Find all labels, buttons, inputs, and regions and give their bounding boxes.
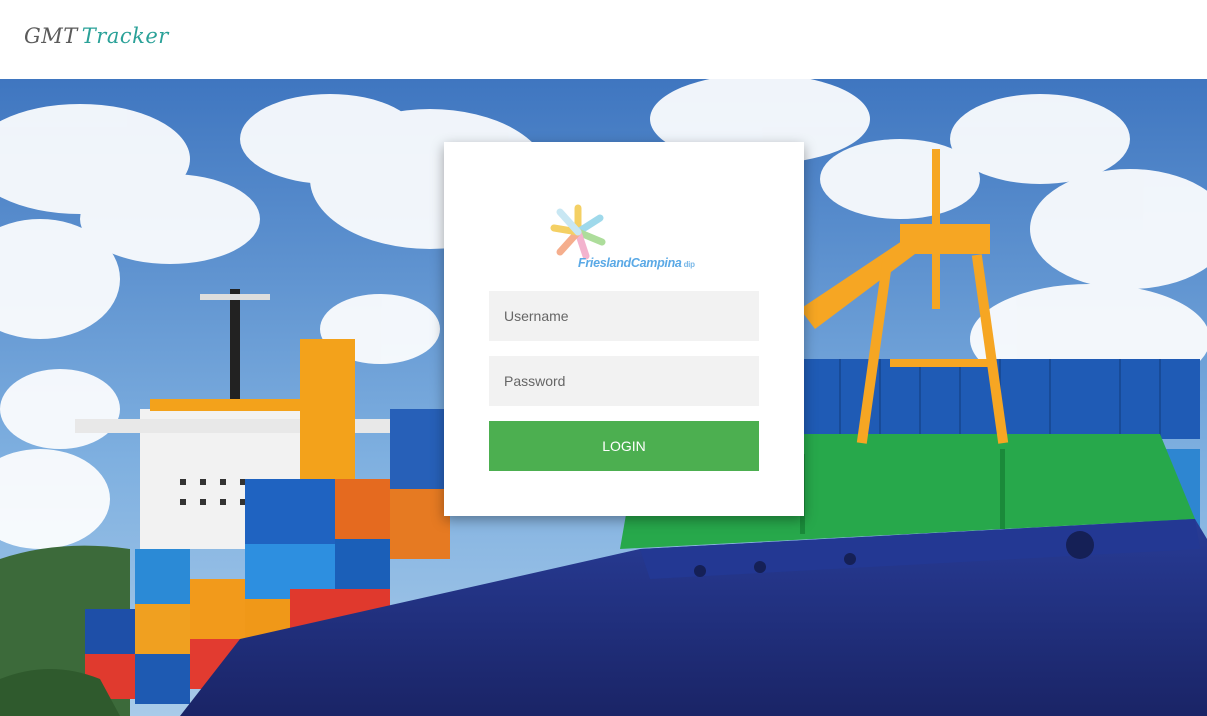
logo-suffix: dip — [683, 260, 695, 269]
login-button[interactable]: LOGIN — [489, 421, 759, 471]
flower-logo-icon — [550, 204, 606, 260]
top-header: GMT Tracker — [0, 0, 1207, 79]
logo-name: FrieslandCampina — [578, 256, 682, 270]
logo-wordmark: FrieslandCampina dip — [578, 256, 695, 270]
brand-name-part2: Tracker — [81, 24, 169, 48]
company-logo: FrieslandCampina dip — [544, 202, 704, 274]
username-input[interactable] — [489, 291, 759, 341]
login-card: FrieslandCampinadip LOGIN — [444, 142, 804, 516]
brand-logo[interactable]: GMT Tracker — [24, 24, 169, 48]
brand-name-part1: GMT — [24, 24, 78, 48]
password-input[interactable] — [489, 356, 759, 406]
